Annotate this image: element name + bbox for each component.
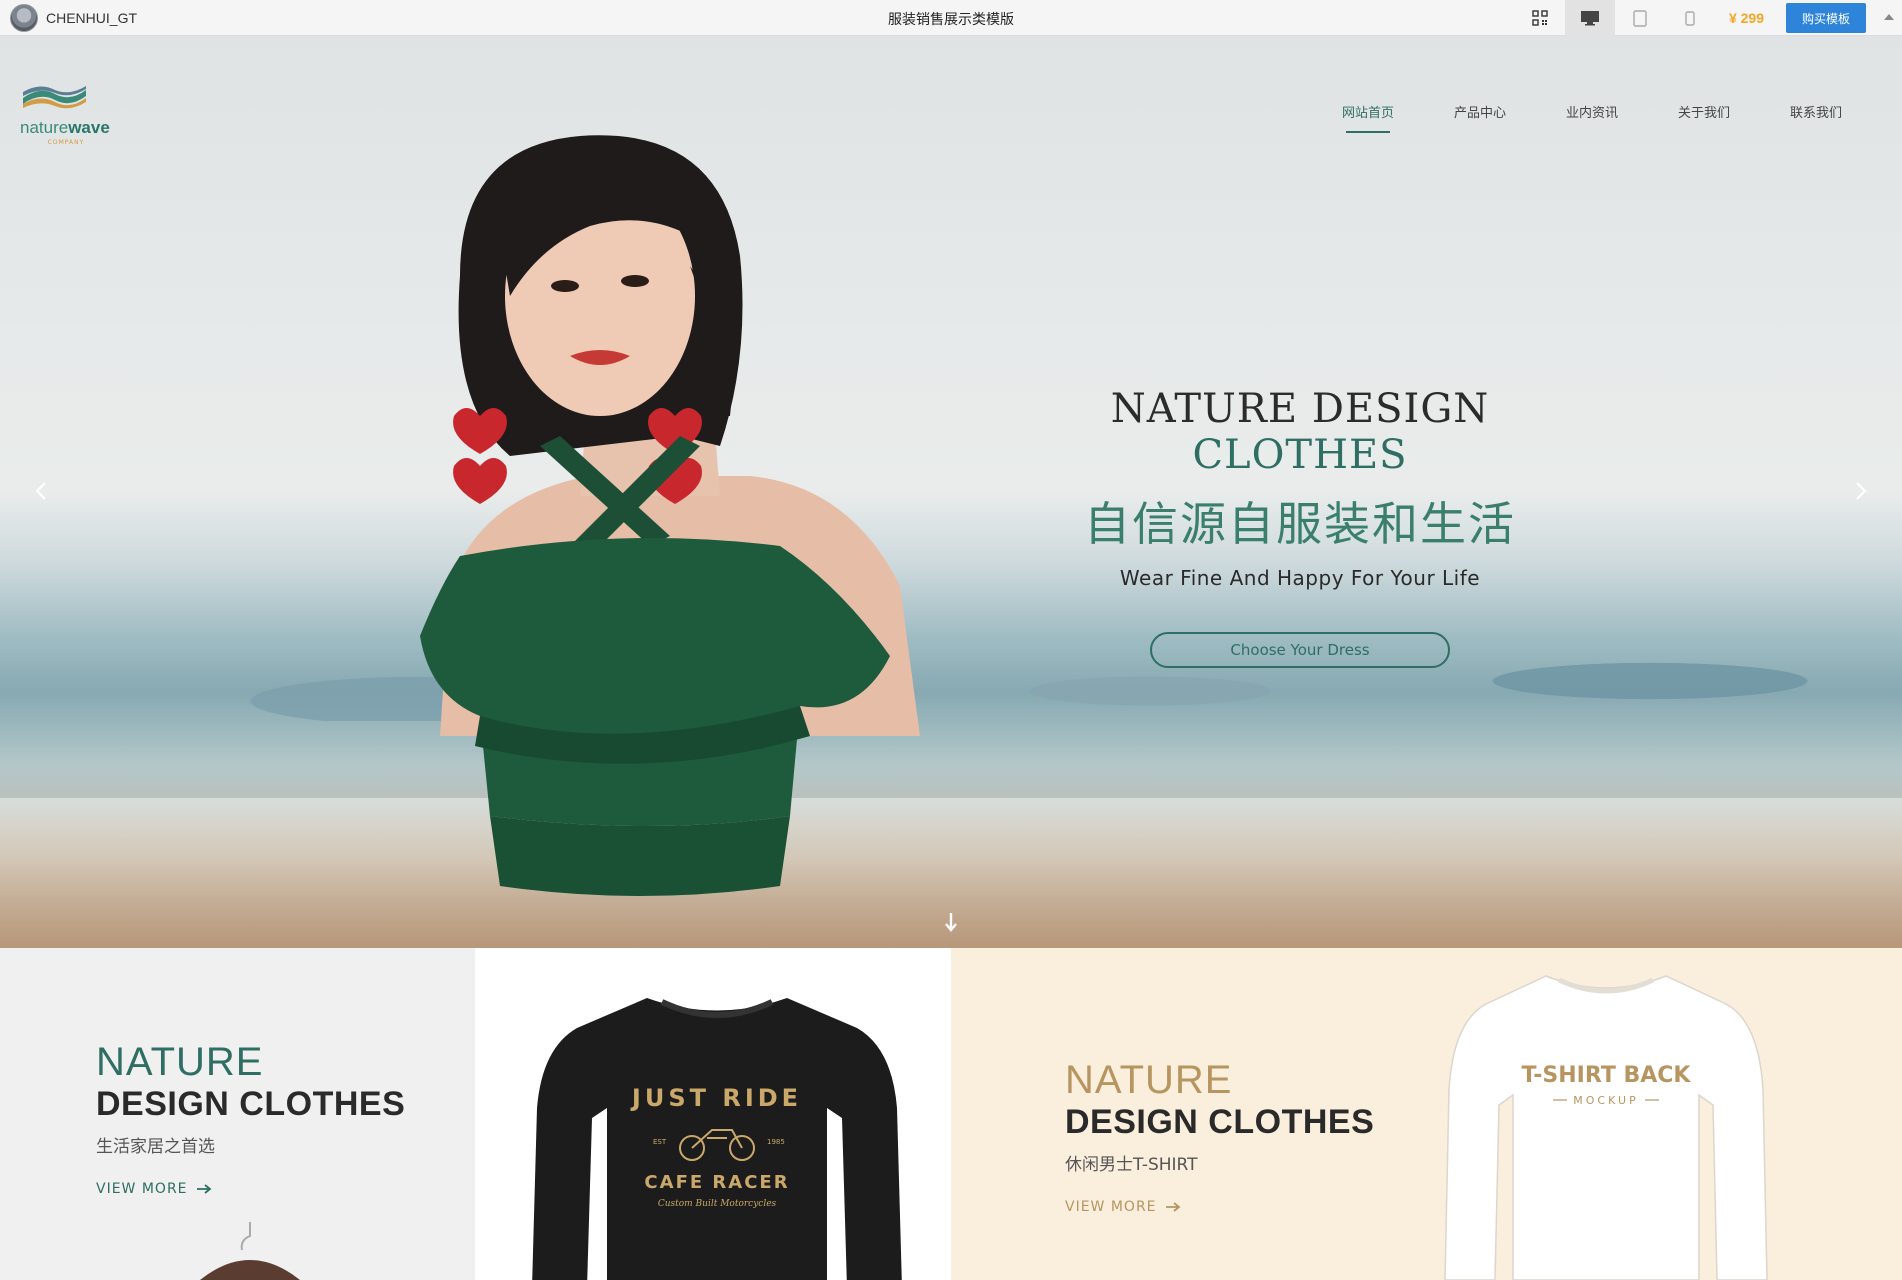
wave-logo-icon bbox=[23, 86, 86, 109]
preview-toolbar: CHENHUI_GT 服装销售展示类模版 ¥ 299 购买模板 bbox=[0, 0, 1902, 36]
product-card-nature[interactable]: NATURE DESIGN CLOTHES 生活家居之首选 VIEW MORE bbox=[0, 948, 475, 1280]
scroll-up-icon[interactable] bbox=[1884, 14, 1894, 20]
hero-caption: NATURE DESIGN CLOTHES 自信源自服装和生活 Wear Fin… bbox=[1000, 386, 1600, 668]
card3-title-light: NATURE bbox=[1065, 1058, 1233, 1102]
card3-subtitle: 休闲男士T-SHIRT bbox=[1065, 1155, 1198, 1175]
nav-item-news[interactable]: 业内资讯 bbox=[1536, 102, 1648, 135]
choose-dress-button[interactable]: Choose Your Dress bbox=[1150, 632, 1450, 668]
shirt-custom-built-text: Custom Built Motorcycles bbox=[658, 1199, 777, 1209]
hero-title-cn: 自信源自服装和生活 bbox=[1084, 497, 1516, 551]
card1-title-light: NATURE bbox=[96, 1040, 264, 1084]
nav-item-products[interactable]: 产品中心 bbox=[1424, 102, 1536, 135]
qr-code-icon[interactable] bbox=[1515, 0, 1565, 36]
shirt-just-ride-text: JUST RIDE bbox=[630, 1084, 802, 1112]
shirt-est-text: EST bbox=[653, 1138, 667, 1146]
price-label: ¥ 299 bbox=[1728, 10, 1764, 26]
white-tshirt-image: T-SHIRT BACK MOCKUP bbox=[1444, 975, 1768, 1280]
buy-template-button[interactable]: 购买模板 bbox=[1786, 3, 1866, 33]
slider-prev-icon[interactable] bbox=[26, 476, 56, 506]
desktop-view-icon[interactable] bbox=[1564, 0, 1615, 36]
brand-avatar bbox=[10, 3, 38, 32]
logo-company: COMPANY bbox=[47, 139, 85, 146]
product-card-white-tee[interactable]: NATURE DESIGN CLOTHES 休闲男士T-SHIRT VIEW M… bbox=[951, 948, 1902, 1280]
arrow-right-icon bbox=[1165, 1202, 1180, 1212]
logo-text: naturewave bbox=[20, 118, 110, 137]
card1-title-bold: DESIGN CLOTHES bbox=[96, 1085, 406, 1123]
nav-item-about[interactable]: 关于我们 bbox=[1648, 102, 1760, 135]
card3-view-more-link[interactable]: VIEW MORE bbox=[1065, 1199, 1374, 1215]
brand[interactable]: CHENHUI_GT bbox=[10, 3, 138, 32]
shirt-year-text: 1985 bbox=[767, 1138, 785, 1146]
shirt-cafe-racer-text: CAFE RACER bbox=[644, 1172, 789, 1193]
hero-title: NATURE DESIGN CLOTHES bbox=[1110, 386, 1490, 478]
shirt-mockup-text: MOCKUP bbox=[1573, 1094, 1638, 1107]
slider-next-icon[interactable] bbox=[1846, 476, 1876, 506]
tablet-view-icon[interactable] bbox=[1615, 0, 1665, 36]
mobile-view-icon[interactable] bbox=[1665, 0, 1715, 36]
card1-subtitle: 生活家居之首选 bbox=[96, 1137, 215, 1157]
product-row: NATURE DESIGN CLOTHES 生活家居之首选 VIEW MORE … bbox=[0, 948, 1902, 1280]
product-hanger-image bbox=[200, 1222, 300, 1280]
product-card-black-tee[interactable]: JUST RIDE EST 1985 CAFE RACER Custom Bui… bbox=[475, 948, 951, 1280]
brand-name: CHENHUI_GT bbox=[46, 9, 138, 26]
hero-subtitle: Wear Fine And Happy For Your Life bbox=[1119, 566, 1481, 590]
shirt-back-title: T-SHIRT BACK bbox=[1522, 1063, 1692, 1088]
nav-item-home[interactable]: 网站首页 bbox=[1312, 102, 1424, 135]
black-tshirt-image: JUST RIDE EST 1985 CAFE RACER Custom Bui… bbox=[532, 998, 902, 1280]
hero-model-image bbox=[420, 135, 920, 896]
site-logo[interactable]: naturewave COMPANY bbox=[20, 84, 112, 146]
hero-banner: naturewave COMPANY 网站首页 产品中心 业内资讯 关于我们 联… bbox=[0, 36, 1902, 948]
card3-title-bold: DESIGN CLOTHES bbox=[1065, 1103, 1375, 1141]
nav-item-contact[interactable]: 联系我们 bbox=[1760, 102, 1872, 135]
card1-view-more-link[interactable]: VIEW MORE bbox=[96, 1181, 405, 1197]
arrow-right-icon bbox=[196, 1184, 211, 1194]
main-nav: 网站首页 产品中心 业内资讯 关于我们 联系我们 bbox=[1312, 102, 1872, 135]
scroll-down-icon[interactable] bbox=[944, 912, 958, 936]
